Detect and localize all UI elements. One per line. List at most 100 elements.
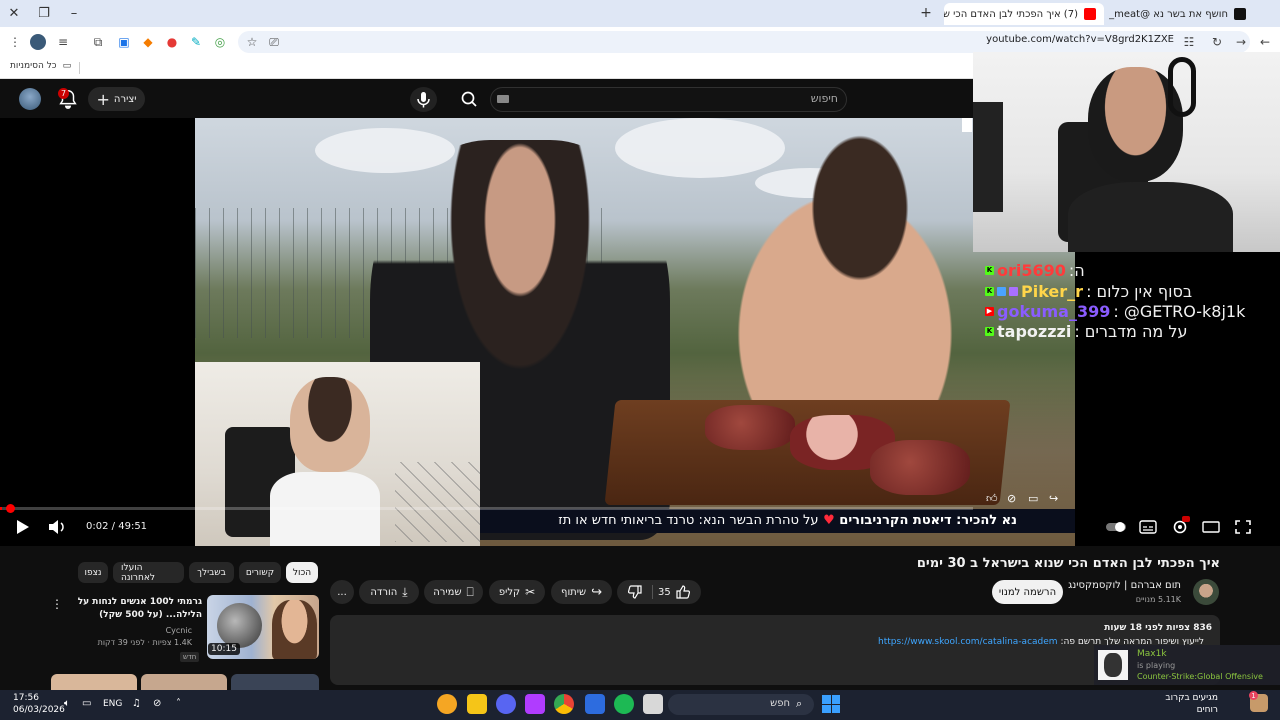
extension-red-icon[interactable]: ● <box>164 34 180 50</box>
app-purple-icon[interactable] <box>525 694 545 714</box>
language-indicator[interactable]: ENG <box>103 699 122 709</box>
discord-icon[interactable] <box>496 694 516 714</box>
folder-icon: ▭ <box>62 61 72 71</box>
share-button[interactable]: ↪ שיתוף <box>551 580 612 604</box>
recommendation-title[interactable]: גרמתי ל100 אנשים לנחות על הלילה... (על 5… <box>52 596 202 622</box>
chat-text: : בסוף אין כלום <box>1086 281 1193 301</box>
reload-icon[interactable]: ↻ <box>1209 34 1225 50</box>
menu-kebab-icon[interactable]: ⋮ <box>7 34 23 50</box>
notification-game: Counter-Strike:Global Offensive <box>1137 672 1263 681</box>
account-avatar[interactable] <box>19 88 41 110</box>
tray-chevron-icon[interactable]: ˄ <box>176 698 181 709</box>
channel-avatar[interactable] <box>1193 579 1219 605</box>
chip-all[interactable]: הכול <box>286 562 318 583</box>
forward-icon[interactable]: → <box>1233 34 1249 50</box>
all-bookmarks[interactable]: כל הסימניות ▭ <box>10 61 71 71</box>
voice-search-button[interactable] <box>410 87 437 112</box>
extension-teal-icon[interactable]: ✎ <box>188 34 204 50</box>
reactor-facecam <box>195 362 480 546</box>
time-display: 0:02 / 49:51 <box>78 518 156 536</box>
keyboard-icon[interactable] <box>497 95 509 103</box>
dislike-button[interactable] <box>627 584 643 600</box>
chip-watched[interactable]: נצפו <box>78 562 108 583</box>
tab-label: (7) איך הפכתי לבן האדם הכי ש <box>944 8 1078 20</box>
volume-button[interactable] <box>46 518 68 536</box>
network-icon[interactable]: ▭ <box>82 698 91 709</box>
recommendation-channel[interactable]: Cycnic <box>166 626 192 635</box>
save-button[interactable]: ⎕ שמירה <box>424 580 483 604</box>
tab-tiktok[interactable]: חושף את בשר נא @meat_ ✕ <box>1104 3 1254 25</box>
windows-start-icon[interactable] <box>822 695 840 713</box>
create-button[interactable]: יצירה + <box>88 87 145 111</box>
profile-icon[interactable] <box>30 34 46 50</box>
tab-youtube[interactable]: (7) איך הפכתי לבן האדם הכי ש ✕ <box>944 3 1104 25</box>
extension-green-icon[interactable]: ◎ <box>212 34 228 50</box>
ticker-text: על טהרת הבשר הנא: טרנד בריאותי חדש או תז <box>558 513 819 528</box>
recommendation-menu-icon[interactable]: ⋮ <box>51 597 63 611</box>
muted-notifications-icon[interactable]: ⊘ <box>153 698 161 709</box>
progress-bar[interactable] <box>0 507 973 510</box>
chat-text: : על מה מדברים <box>1074 321 1188 341</box>
extension-blue-icon[interactable]: ▣ <box>116 34 132 50</box>
tab-label: חושף את בשר נא @meat_ <box>1109 8 1228 20</box>
chat-username: ori5690 <box>997 260 1066 280</box>
speaker-icon[interactable]: 🔈︎ <box>64 698 70 709</box>
app-grid-icon[interactable] <box>585 694 605 714</box>
thumbs-up-icon <box>676 585 690 599</box>
chip-recent[interactable]: הועלו לאחרונה <box>113 562 184 583</box>
cast-icon[interactable]: ⎚ <box>266 34 282 50</box>
bookmarks-bar <box>0 57 973 79</box>
like-button[interactable]: 35 <box>658 580 691 604</box>
site-settings-icon[interactable]: ☷ <box>1181 34 1197 50</box>
download-label: הורדה <box>370 586 398 598</box>
description-link[interactable]: https://www.skool.com/catalina-academ <box>878 637 1058 647</box>
weather-line-2[interactable]: רוחים <box>1197 705 1218 715</box>
channel-name[interactable]: תום אברהם | לוקסמקסינג <box>1068 580 1181 591</box>
more-actions-button[interactable]: ... <box>330 580 354 604</box>
subscriber-count: 5.11K מנויים <box>1135 595 1181 604</box>
clock-time[interactable]: 17:56 <box>13 693 39 703</box>
chip-related[interactable]: קשורים <box>239 562 281 583</box>
like-divider <box>652 585 653 599</box>
app-gray-icon[interactable] <box>643 694 663 714</box>
progress-fill <box>0 507 2 510</box>
microphone-icon[interactable]: ♫ <box>132 698 141 709</box>
chrome-icon[interactable] <box>554 694 574 714</box>
thumbs-down-icon <box>627 585 642 599</box>
scrubber-handle[interactable] <box>6 504 15 513</box>
recommendation-thumbnail-3[interactable] <box>141 674 227 690</box>
play-button[interactable] <box>12 518 32 536</box>
video-title: איך הפכתי לבן האדם הכי שנוא בישראל ב 30 … <box>916 556 1220 571</box>
download-icon: ⤓ <box>402 584 408 599</box>
clock-date[interactable]: 06/03/2026 <box>13 705 65 715</box>
spotify-icon[interactable] <box>614 694 634 714</box>
file-explorer-icon[interactable] <box>467 694 487 714</box>
meat-steak-2 <box>870 440 970 495</box>
new-tab-button[interactable]: + <box>918 5 934 21</box>
clip-button[interactable]: ✂ קליפ <box>489 580 545 604</box>
bookmark-star-icon[interactable]: ☆ <box>244 34 260 50</box>
taskbar-search[interactable] <box>668 694 814 715</box>
recommendation-thumbnail-4[interactable] <box>231 674 319 690</box>
back-icon[interactable]: ← <box>1257 34 1273 50</box>
taskbar-app-icon[interactable] <box>437 694 457 714</box>
recommendation-thumbnail-2[interactable] <box>51 674 137 690</box>
minimize-window-button[interactable]: – <box>64 4 84 22</box>
subscribe-button[interactable]: הרשמה למנוי <box>992 580 1063 604</box>
kick-badge-icon: K <box>985 265 994 275</box>
reading-list-icon[interactable]: ≡ <box>55 34 71 50</box>
chip-for-you[interactable]: בשבילך <box>189 562 234 583</box>
description-box[interactable] <box>330 615 1220 685</box>
search-icon[interactable] <box>452 87 486 112</box>
weather-line-1[interactable]: מגיעים בקרוב <box>1165 693 1218 703</box>
chat-message: K ori5690 :ה <box>985 260 1280 280</box>
like-count: 35 <box>658 586 671 598</box>
search-input[interactable] <box>490 87 847 112</box>
url-text[interactable]: youtube.com/watch?v=V8grd2K1ZXE <box>986 34 1174 45</box>
player-overlay-marker <box>962 118 972 132</box>
extensions-icon[interactable]: ⧉ <box>90 34 106 50</box>
download-button[interactable]: ⤓ הורדה <box>359 580 419 604</box>
close-window-button[interactable]: ✕ <box>4 4 24 22</box>
restore-window-button[interactable]: ❐ <box>34 4 54 22</box>
extension-orange-icon[interactable]: ◆ <box>140 34 156 50</box>
